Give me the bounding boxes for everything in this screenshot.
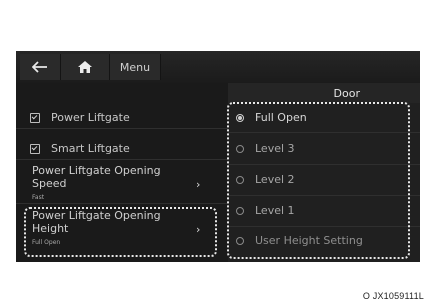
divider: [16, 128, 228, 129]
chevron-right-icon: ›: [196, 178, 201, 191]
highlight-outline-height-item: [24, 207, 217, 257]
menu-button[interactable]: Menu: [110, 54, 161, 80]
opening-speed-title: Power Liftgate Opening: [32, 164, 161, 177]
back-arrow-icon: [32, 61, 47, 73]
infotainment-screen: Menu Door Power Liftgate Smart Liftgate …: [16, 51, 420, 262]
checkbox-icon[interactable]: [30, 143, 40, 154]
divider: [16, 203, 228, 204]
power-liftgate-item[interactable]: Power Liftgate: [30, 111, 130, 124]
highlight-outline-options: [227, 102, 410, 259]
home-button[interactable]: [61, 54, 110, 80]
top-bar: Menu: [16, 51, 420, 84]
smart-liftgate-item[interactable]: Smart Liftgate: [30, 142, 130, 155]
menu-label: Menu: [119, 60, 151, 74]
opening-speed-value: Fast: [32, 194, 45, 201]
home-icon: [78, 61, 92, 73]
divider: [16, 159, 228, 160]
panel-title: Door: [228, 83, 420, 103]
power-liftgate-label: Power Liftgate: [51, 111, 130, 124]
smart-liftgate-label: Smart Liftgate: [51, 142, 130, 155]
opening-speed-title-line2: Speed: [32, 177, 67, 190]
checkbox-icon[interactable]: [30, 112, 40, 123]
figure-caption: O JX1059111L: [362, 291, 424, 301]
back-button[interactable]: [20, 54, 61, 80]
